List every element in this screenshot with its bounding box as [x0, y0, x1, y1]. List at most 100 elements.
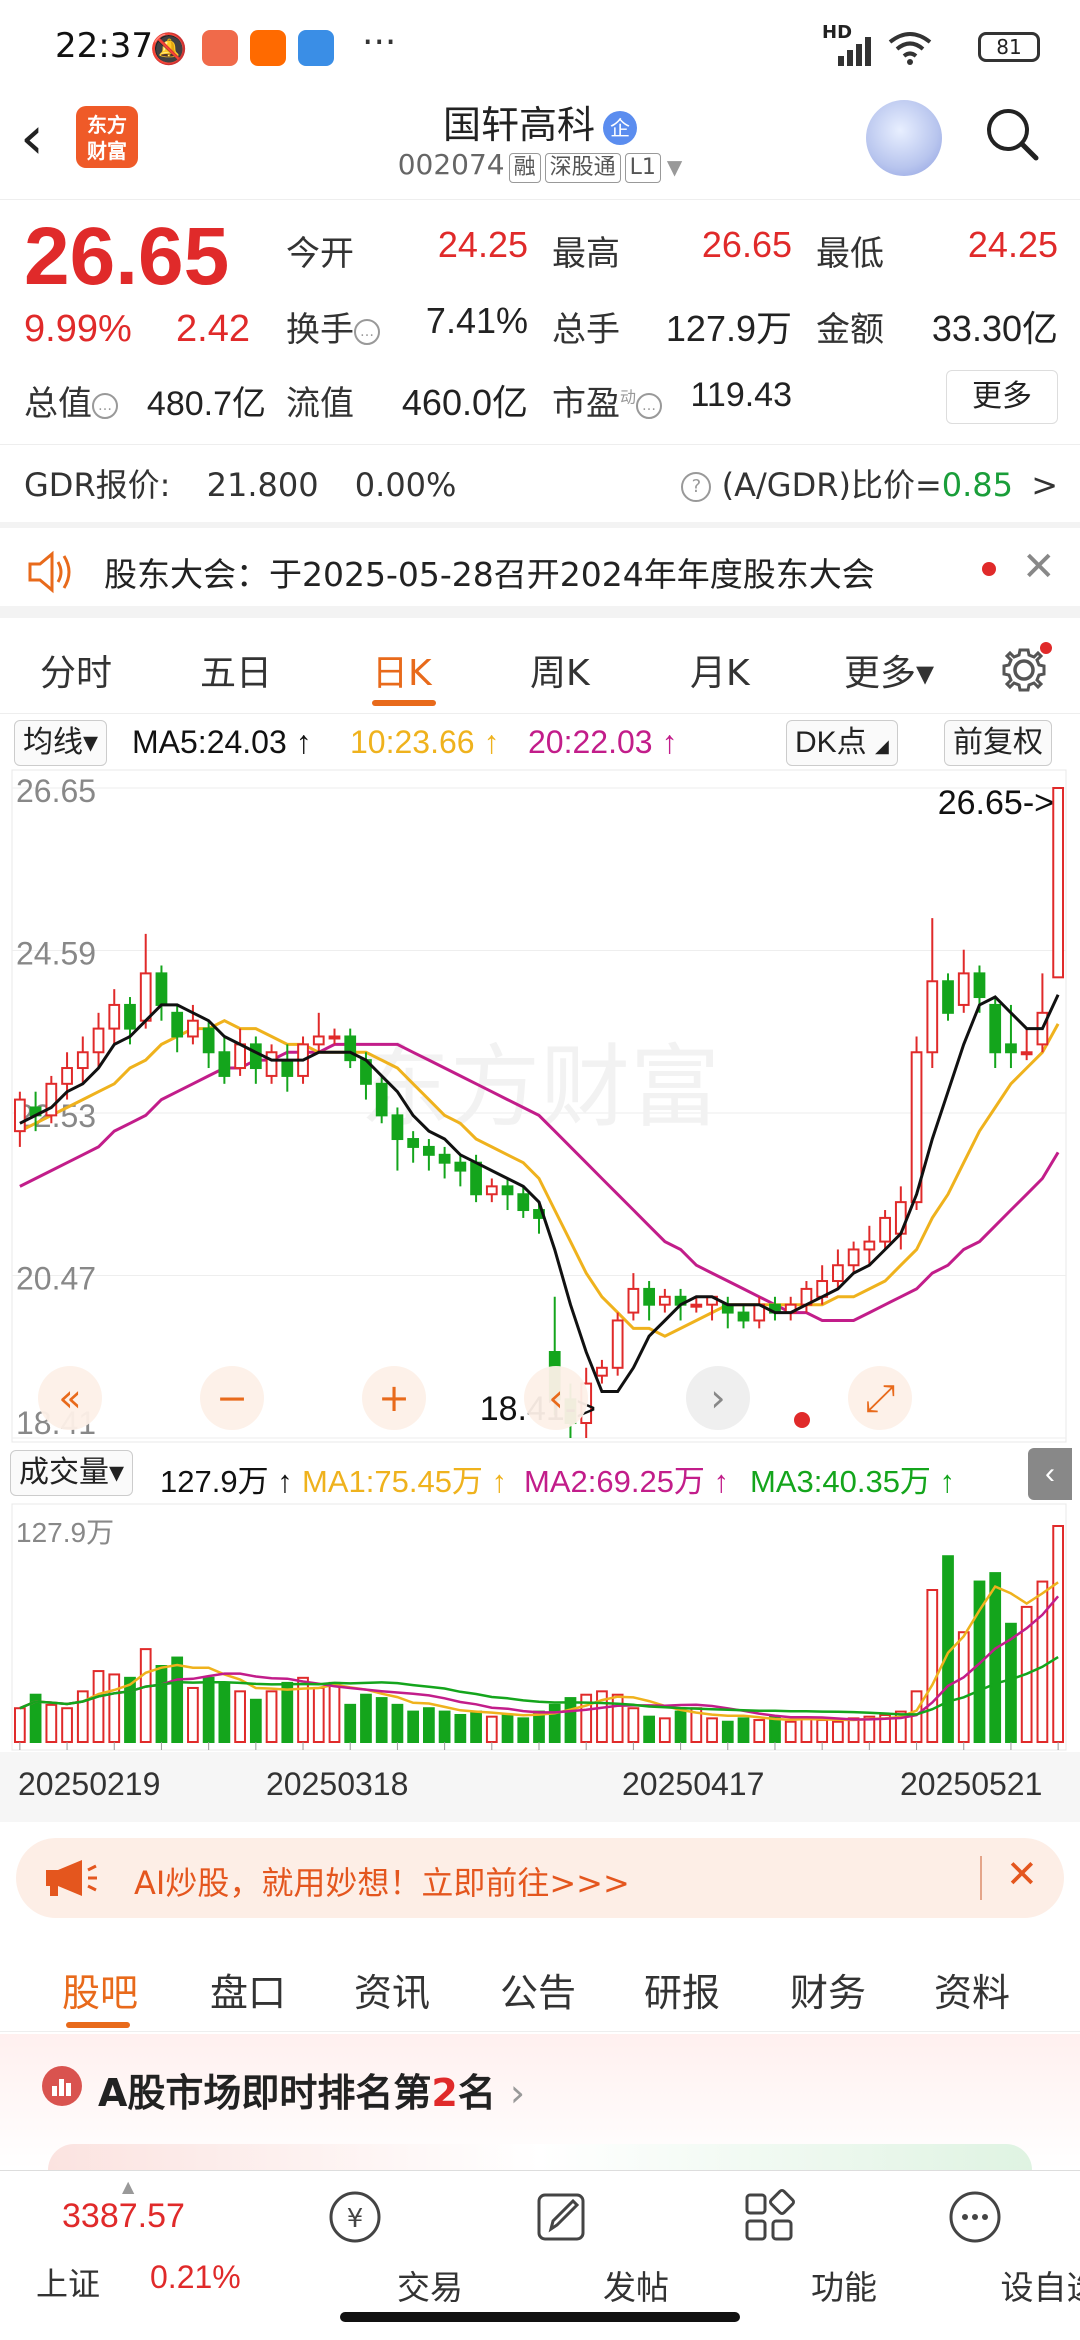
candle-body — [879, 1216, 891, 1243]
candle-body — [690, 1303, 703, 1308]
tab-daily-k[interactable]: 日K — [372, 644, 432, 696]
pe-label[interactable]: 市盈动… — [552, 376, 663, 425]
scroll-left-fast-button[interactable]: « — [38, 1366, 102, 1430]
volume-bar — [611, 1693, 624, 1743]
tab-intraday[interactable]: 分时 — [40, 644, 112, 696]
more-quote-button[interactable]: 更多 — [946, 370, 1058, 424]
candle-body — [973, 972, 986, 999]
volume-bar — [957, 1631, 970, 1744]
info-icon: … — [92, 392, 118, 419]
mcap-label[interactable]: 总值… — [24, 376, 118, 425]
candle-body — [470, 1161, 482, 1196]
vol-ma1: MA1:75.45万 ↑ — [302, 1456, 507, 1501]
tab-profile[interactable]: 资料 — [934, 1962, 1010, 2017]
more-icon — [949, 2191, 1001, 2243]
turnover-label[interactable]: 换手… — [286, 302, 380, 351]
candle-body — [13, 1098, 26, 1133]
candle-body — [312, 1035, 325, 1046]
volume-current-text: 127.9万 — [160, 1464, 269, 1499]
index-pct: 0.21% — [150, 2259, 241, 2295]
pe-label-text: 市盈 — [552, 384, 620, 424]
zoom-in-button[interactable]: + — [362, 1366, 426, 1430]
max-price-label: 26.65-> — [938, 784, 1054, 822]
gdr-ratio[interactable]: ? (A/GDR)比价=0.85 > — [681, 460, 1058, 506]
enterprise-badge: 企 — [603, 110, 637, 145]
collapse-panel-button[interactable]: ‹ — [1028, 1448, 1072, 1500]
ai-promo-banner[interactable]: AI炒股，就用妙想！立即前往>>> ✕ — [16, 1838, 1064, 1918]
tab-weekly-k[interactable]: 周K — [530, 644, 590, 696]
volume-selector[interactable]: 成交量▾ — [10, 1450, 134, 1496]
tab-pankou[interactable]: 盘口 — [210, 1962, 286, 2017]
tab-five-day[interactable]: 五日 — [200, 644, 272, 696]
x-tick: 20250318 — [266, 1766, 409, 1802]
rank-chart-icon — [42, 2066, 82, 2106]
gear-icon[interactable] — [998, 640, 1054, 696]
market-rank-card[interactable]: A股市场即时排名第2名 › — [0, 2034, 1080, 2170]
ma5-text: MA5:24.03 — [132, 724, 287, 760]
volume-bar — [155, 1665, 168, 1743]
volume-chart[interactable]: 127.9万 — [0, 1502, 1080, 1752]
volume-bar — [485, 1715, 498, 1743]
status-time: 22:37 — [55, 26, 153, 66]
scroll-right-button[interactable]: › — [686, 1366, 750, 1430]
close-icon[interactable]: ✕ — [1006, 1852, 1038, 1896]
float-label: 流值 — [286, 384, 354, 424]
close-icon[interactable]: ✕ — [1022, 544, 1056, 590]
volume-arrow: ↑ — [277, 1464, 293, 1499]
kline-chart[interactable]: 26.6524.5922.5320.4718.41东方财富26.65->18.4… — [0, 768, 1080, 1444]
control-glyph: « — [58, 1376, 81, 1420]
ma10-arrow: ↑ — [483, 724, 500, 760]
volume-bar — [108, 1673, 121, 1743]
content-tabs: 股吧 盘口 资讯 公告 研报 财务 资料 — [0, 1942, 1080, 2032]
stock-name: 国轩高科 — [442, 103, 595, 147]
battery-level: 81 — [996, 35, 1022, 59]
grid-icon — [745, 2189, 795, 2241]
candle-body — [643, 1287, 655, 1306]
notice-bar[interactable]: 股东大会：于2025-05-28召开2024年年度股东大会 ✕ — [0, 528, 1080, 618]
tab-guba[interactable]: 股吧 — [62, 1962, 138, 2017]
ma10-text: 10:23.66 — [350, 724, 475, 760]
gdr-row: GDR报价: 21.800 0.00% — [24, 460, 456, 506]
scroll-left-button[interactable]: ‹ — [524, 1366, 588, 1430]
fullscreen-button[interactable]: ⤢ — [848, 1366, 912, 1430]
tab-research[interactable]: 研报 — [644, 1962, 720, 2017]
last-price: 26.65 — [24, 211, 230, 302]
control-glyph: ⤢ — [865, 1376, 895, 1420]
nav-functions-label: 功能 — [811, 2268, 877, 2307]
volume-bar — [438, 1710, 451, 1744]
y-tick-label: 24.59 — [16, 936, 96, 972]
tab-finance[interactable]: 财务 — [790, 1962, 866, 2017]
ma-selector[interactable]: 均线▾ — [14, 720, 108, 766]
volume-bar — [816, 1719, 829, 1744]
tab-announcements[interactable]: 公告 — [500, 1962, 576, 2017]
volume-bar — [328, 1681, 341, 1744]
candle-body — [1052, 787, 1065, 979]
vol-ma3-text: MA3:40.35万 — [750, 1464, 931, 1499]
stock-header: ‹ 东方 财富 国轩高科企 002074 融深股通 L1 ▼ — [0, 92, 1080, 200]
dk-point-toggle[interactable]: DK点 ◢ — [786, 720, 898, 766]
volume-bar — [989, 1572, 1002, 1743]
zoom-out-button[interactable]: − — [200, 1366, 264, 1430]
candle-body — [863, 1240, 876, 1251]
volume-bar — [360, 1693, 372, 1743]
tab-more[interactable]: 更多▾ — [844, 644, 934, 696]
tab-monthly-k[interactable]: 月K — [690, 644, 750, 696]
volume-bar — [187, 1686, 199, 1743]
control-glyph: › — [710, 1376, 725, 1420]
volume-bar — [1036, 1580, 1049, 1743]
tag-level: L1 — [624, 153, 661, 183]
adjust-toggle[interactable]: 前复权 — [944, 720, 1052, 766]
candle-body — [989, 1003, 1002, 1054]
mi-icon — [250, 30, 286, 66]
tab-news[interactable]: 资讯 — [354, 1962, 430, 2017]
ma20-arrow: ↑ — [661, 724, 678, 760]
ma20-text: 20:22.03 — [528, 724, 653, 760]
index-ticker[interactable]: ▲ 3387.57 上证 0.21% — [0, 2171, 241, 2311]
candle-body — [957, 972, 970, 1006]
volume-bar — [548, 1703, 561, 1744]
ma5-value: MA5:24.03 ↑ — [132, 724, 312, 761]
y-tick-label: 26.65 — [16, 773, 96, 809]
candle-body — [658, 1295, 671, 1306]
search-icon[interactable] — [984, 106, 1040, 162]
assistant-avatar[interactable] — [866, 100, 942, 176]
